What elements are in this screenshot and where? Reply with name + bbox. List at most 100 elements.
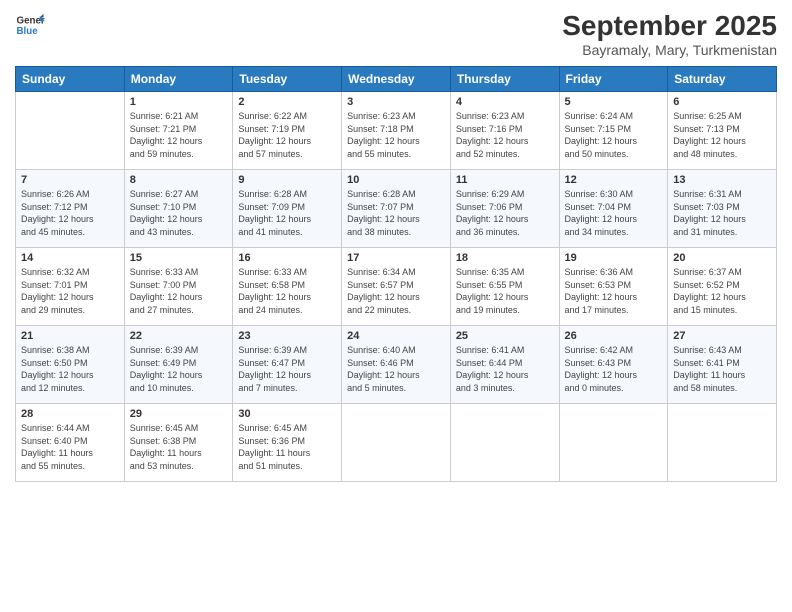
calendar-cell: [16, 92, 125, 170]
calendar-cell: 25 Sunrise: 6:41 AM Sunset: 6:44 PM Dayli…: [450, 326, 559, 404]
day-number: 13: [673, 174, 771, 186]
weekday-tuesday: Tuesday: [233, 67, 342, 92]
day-info: Sunrise: 6:35 AM Sunset: 6:55 PM Dayligh…: [456, 266, 554, 316]
day-info: Sunrise: 6:45 AM Sunset: 6:38 PM Dayligh…: [130, 422, 228, 472]
day-number: 25: [456, 330, 554, 342]
calendar-cell: 19 Sunrise: 6:36 AM Sunset: 6:53 PM Dayli…: [559, 248, 668, 326]
day-number: 27: [673, 330, 771, 342]
calendar-cell: 18 Sunrise: 6:35 AM Sunset: 6:55 PM Dayli…: [450, 248, 559, 326]
week-row-5: 28 Sunrise: 6:44 AM Sunset: 6:40 PM Dayli…: [16, 404, 777, 482]
calendar-cell: 16 Sunrise: 6:33 AM Sunset: 6:58 PM Dayli…: [233, 248, 342, 326]
calendar-cell: 26 Sunrise: 6:42 AM Sunset: 6:43 PM Dayli…: [559, 326, 668, 404]
day-number: 4: [456, 96, 554, 108]
title-block: September 2025 Bayramaly, Mary, Turkmeni…: [562, 10, 777, 58]
day-number: 2: [238, 96, 336, 108]
day-number: 8: [130, 174, 228, 186]
week-row-1: 1 Sunrise: 6:21 AM Sunset: 7:21 PM Daylig…: [16, 92, 777, 170]
day-number: 23: [238, 330, 336, 342]
day-number: 18: [456, 252, 554, 264]
calendar-cell: 30 Sunrise: 6:45 AM Sunset: 6:36 PM Dayli…: [233, 404, 342, 482]
calendar-cell: 22 Sunrise: 6:39 AM Sunset: 6:49 PM Dayli…: [124, 326, 233, 404]
calendar-cell: 11Sunrise: 6:29 AM Sunset: 7:06 PM Dayli…: [450, 170, 559, 248]
day-info: Sunrise: 6:29 AM Sunset: 7:06 PM Dayligh…: [456, 188, 554, 238]
weekday-friday: Friday: [559, 67, 668, 92]
calendar-subtitle: Bayramaly, Mary, Turkmenistan: [562, 42, 777, 58]
day-info: Sunrise: 6:39 AM Sunset: 6:47 PM Dayligh…: [238, 344, 336, 394]
calendar-cell: 8 Sunrise: 6:27 AM Sunset: 7:10 PM Daylig…: [124, 170, 233, 248]
day-info: Sunrise: 6:32 AM Sunset: 7:01 PM Dayligh…: [21, 266, 119, 316]
week-row-4: 21Sunrise: 6:38 AM Sunset: 6:50 PM Dayli…: [16, 326, 777, 404]
day-number: 30: [238, 408, 336, 420]
day-number: 3: [347, 96, 445, 108]
calendar-cell: 17Sunrise: 6:34 AM Sunset: 6:57 PM Dayli…: [342, 248, 451, 326]
day-info: Sunrise: 6:28 AM Sunset: 7:07 PM Dayligh…: [347, 188, 445, 238]
day-info: Sunrise: 6:25 AM Sunset: 7:13 PM Dayligh…: [673, 110, 771, 160]
day-info: Sunrise: 6:33 AM Sunset: 6:58 PM Dayligh…: [238, 266, 336, 316]
calendar-cell: 24 Sunrise: 6:40 AM Sunset: 6:46 PM Dayli…: [342, 326, 451, 404]
day-number: 7: [21, 174, 119, 186]
calendar-cell: 14Sunrise: 6:32 AM Sunset: 7:01 PM Dayli…: [16, 248, 125, 326]
day-number: 19: [565, 252, 663, 264]
day-number: 17: [347, 252, 445, 264]
day-number: 5: [565, 96, 663, 108]
day-info: Sunrise: 6:43 AM Sunset: 6:41 PM Dayligh…: [673, 344, 771, 394]
day-number: 24: [347, 330, 445, 342]
weekday-monday: Monday: [124, 67, 233, 92]
day-info: Sunrise: 6:22 AM Sunset: 7:19 PM Dayligh…: [238, 110, 336, 160]
day-info: Sunrise: 6:23 AM Sunset: 7:16 PM Dayligh…: [456, 110, 554, 160]
calendar-cell: 23 Sunrise: 6:39 AM Sunset: 6:47 PM Dayli…: [233, 326, 342, 404]
calendar-cell: 21Sunrise: 6:38 AM Sunset: 6:50 PM Dayli…: [16, 326, 125, 404]
day-info: Sunrise: 6:27 AM Sunset: 7:10 PM Dayligh…: [130, 188, 228, 238]
calendar-cell: 1 Sunrise: 6:21 AM Sunset: 7:21 PM Daylig…: [124, 92, 233, 170]
weekday-sunday: Sunday: [16, 67, 125, 92]
header: General Blue September 2025 Bayramaly, M…: [15, 10, 777, 58]
day-number: 21: [21, 330, 119, 342]
day-info: Sunrise: 6:45 AM Sunset: 6:36 PM Dayligh…: [238, 422, 336, 472]
day-number: 9: [238, 174, 336, 186]
logo-icon: General Blue: [15, 10, 45, 40]
day-info: Sunrise: 6:36 AM Sunset: 6:53 PM Dayligh…: [565, 266, 663, 316]
day-info: Sunrise: 6:30 AM Sunset: 7:04 PM Dayligh…: [565, 188, 663, 238]
day-number: 16: [238, 252, 336, 264]
day-number: 10: [347, 174, 445, 186]
calendar-cell: 12 Sunrise: 6:30 AM Sunset: 7:04 PM Dayli…: [559, 170, 668, 248]
calendar-cell: 27 Sunrise: 6:43 AM Sunset: 6:41 PM Dayli…: [668, 326, 777, 404]
calendar-cell: 15Sunrise: 6:33 AM Sunset: 7:00 PM Dayli…: [124, 248, 233, 326]
logo: General Blue: [15, 10, 45, 40]
day-number: 28: [21, 408, 119, 420]
weekday-wednesday: Wednesday: [342, 67, 451, 92]
calendar-cell: 10 Sunrise: 6:28 AM Sunset: 7:07 PM Dayli…: [342, 170, 451, 248]
day-number: 26: [565, 330, 663, 342]
svg-text:Blue: Blue: [17, 26, 39, 37]
day-info: Sunrise: 6:21 AM Sunset: 7:21 PM Dayligh…: [130, 110, 228, 160]
calendar-cell: 20 Sunrise: 6:37 AM Sunset: 6:52 PM Dayli…: [668, 248, 777, 326]
calendar-cell: 6Sunrise: 6:25 AM Sunset: 7:13 PM Daylig…: [668, 92, 777, 170]
calendar-cell: 5 Sunrise: 6:24 AM Sunset: 7:15 PM Daylig…: [559, 92, 668, 170]
day-info: Sunrise: 6:40 AM Sunset: 6:46 PM Dayligh…: [347, 344, 445, 394]
day-number: 1: [130, 96, 228, 108]
weekday-thursday: Thursday: [450, 67, 559, 92]
calendar-cell: 4 Sunrise: 6:23 AM Sunset: 7:16 PM Daylig…: [450, 92, 559, 170]
calendar-cell: 7Sunrise: 6:26 AM Sunset: 7:12 PM Daylig…: [16, 170, 125, 248]
day-info: Sunrise: 6:24 AM Sunset: 7:15 PM Dayligh…: [565, 110, 663, 160]
day-info: Sunrise: 6:39 AM Sunset: 6:49 PM Dayligh…: [130, 344, 228, 394]
calendar-cell: 13Sunrise: 6:31 AM Sunset: 7:03 PM Dayli…: [668, 170, 777, 248]
calendar-title: September 2025: [562, 10, 777, 42]
day-info: Sunrise: 6:23 AM Sunset: 7:18 PM Dayligh…: [347, 110, 445, 160]
day-info: Sunrise: 6:41 AM Sunset: 6:44 PM Dayligh…: [456, 344, 554, 394]
day-info: Sunrise: 6:37 AM Sunset: 6:52 PM Dayligh…: [673, 266, 771, 316]
day-info: Sunrise: 6:44 AM Sunset: 6:40 PM Dayligh…: [21, 422, 119, 472]
page: General Blue September 2025 Bayramaly, M…: [0, 0, 792, 612]
calendar-table: SundayMondayTuesdayWednesdayThursdayFrid…: [15, 66, 777, 482]
calendar-cell: [450, 404, 559, 482]
day-number: 22: [130, 330, 228, 342]
calendar-cell: [559, 404, 668, 482]
day-number: 20: [673, 252, 771, 264]
day-info: Sunrise: 6:42 AM Sunset: 6:43 PM Dayligh…: [565, 344, 663, 394]
day-number: 12: [565, 174, 663, 186]
day-number: 29: [130, 408, 228, 420]
day-number: 15: [130, 252, 228, 264]
calendar-cell: 29 Sunrise: 6:45 AM Sunset: 6:38 PM Dayli…: [124, 404, 233, 482]
week-row-3: 14Sunrise: 6:32 AM Sunset: 7:01 PM Dayli…: [16, 248, 777, 326]
calendar-cell: [342, 404, 451, 482]
